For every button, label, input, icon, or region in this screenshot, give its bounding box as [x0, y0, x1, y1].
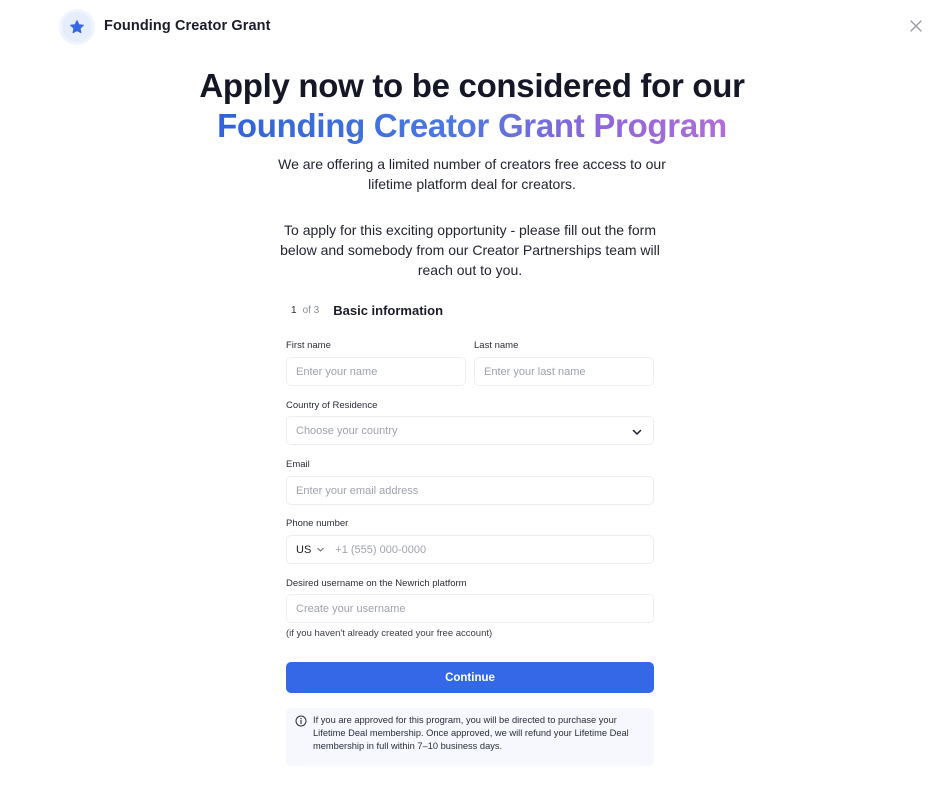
country-select[interactable]: Choose your country: [286, 416, 654, 445]
modal-header: Founding Creator Grant: [0, 0, 944, 56]
first-name-field: [286, 357, 466, 386]
last-name-label: Last name: [474, 340, 519, 351]
first-name-label: First name: [286, 340, 331, 351]
step-current: 1: [291, 304, 297, 316]
instructions: To apply for this exciting opportunity -…: [280, 222, 660, 278]
close-button[interactable]: [908, 18, 924, 34]
headline-program-name: Founding Creator Grant Program: [217, 107, 727, 144]
subtitle: We are offering a limited number of crea…: [278, 156, 666, 192]
chevron-down-icon: [632, 429, 642, 435]
country-code-select[interactable]: US: [287, 536, 331, 563]
first-name-input[interactable]: [287, 365, 465, 378]
close-icon: [910, 20, 922, 32]
username-hint: (if you haven't already created your fre…: [286, 628, 493, 639]
logo-badge: [62, 12, 92, 42]
email-label: Email: [286, 459, 310, 470]
headline: Apply now to be considered for our: [199, 67, 745, 104]
info-icon: [295, 715, 307, 727]
email-field: [286, 476, 654, 505]
country-code-value: US: [296, 543, 312, 556]
last-name-field: [474, 357, 654, 386]
notice-text: If you are approved for this program, yo…: [313, 715, 629, 751]
chevron-down-icon: [317, 547, 324, 552]
star-icon: [70, 20, 84, 34]
phone-field: US: [286, 535, 654, 564]
last-name-input[interactable]: [475, 365, 653, 378]
step-total: of 3: [302, 304, 320, 316]
step-title: Basic information: [333, 302, 444, 318]
continue-button[interactable]: Continue: [286, 662, 654, 693]
username-field: [286, 594, 654, 623]
country-label: Country of Residence: [286, 400, 378, 411]
username-label: Desired username on the Newrich platform: [286, 578, 467, 589]
app-title: Founding Creator Grant: [104, 18, 271, 34]
username-input[interactable]: [287, 602, 653, 615]
phone-label: Phone number: [286, 518, 349, 529]
step-indicator: 1 of 3 Basic information: [286, 300, 443, 320]
email-input[interactable]: [287, 484, 653, 497]
country-placeholder: Choose your country: [296, 424, 398, 437]
headline-gradient: Founding Creator Grant Program: [0, 106, 944, 146]
phone-input[interactable]: [331, 543, 653, 556]
approval-notice: If you are approved for this program, yo…: [286, 708, 654, 766]
